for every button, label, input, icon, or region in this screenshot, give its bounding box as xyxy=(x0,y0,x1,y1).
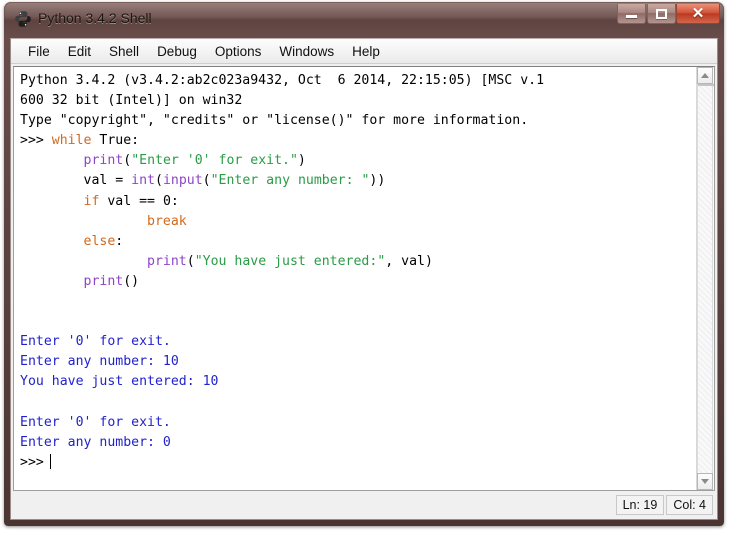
val-assign: val = xyxy=(83,173,132,189)
prompt-marker: >>> xyxy=(20,133,44,149)
code-line-if: if val == 0: xyxy=(20,192,696,212)
keyword-else: else xyxy=(83,233,116,249)
title-bar[interactable]: Python 3.4.2 Shell ✕ xyxy=(4,2,724,38)
builtin-print: print xyxy=(83,273,124,289)
code-line-while: >>> while True: xyxy=(20,131,696,151)
output-line-3: You have just entered: 10 xyxy=(20,374,219,390)
builtin-print: print xyxy=(83,153,124,169)
output-line-4 xyxy=(20,393,696,413)
menu-item-windows[interactable]: Windows xyxy=(270,42,343,61)
keyword-break: break xyxy=(147,213,187,229)
maximize-icon xyxy=(648,4,675,23)
scrollbar-thumb[interactable] xyxy=(698,84,714,86)
minimize-icon xyxy=(618,4,645,23)
string-enter-number: "Enter any number: " xyxy=(210,173,370,189)
print-args: , val) xyxy=(385,253,433,269)
keyword-while: while xyxy=(51,133,92,149)
active-prompt-line[interactable]: >>> xyxy=(20,453,696,473)
prompt-marker: >>> xyxy=(20,454,44,470)
menu-item-debug[interactable]: Debug xyxy=(148,42,206,61)
paren-open-2: ( xyxy=(202,173,211,189)
application-window: Python 3.4.2 Shell ✕ File Edit Shell Deb… xyxy=(4,2,724,526)
shell-output[interactable]: Python 3.4.2 (v3.4.2:ab2c023a9432, Oct 6… xyxy=(14,67,698,490)
paren-open: ( xyxy=(186,253,195,269)
menu-item-edit[interactable]: Edit xyxy=(59,42,100,61)
banner-line-3: Type "copyright", "credits" or "license(… xyxy=(20,113,529,129)
output-line-6: Enter any number: 0 xyxy=(20,434,171,450)
status-line-number: Ln: 19 xyxy=(615,495,665,515)
paren-close: ) xyxy=(297,153,306,169)
builtin-input: input xyxy=(162,173,203,189)
code-line-print-entered: print("You have just entered:", val) xyxy=(20,252,696,272)
code-line-else: else: xyxy=(20,232,696,252)
else-colon: : xyxy=(115,233,124,249)
string-enter-zero: "Enter '0' for exit." xyxy=(131,153,298,169)
scroll-down-arrow-icon xyxy=(701,479,709,484)
output-line-1: Enter '0' for exit. xyxy=(20,334,171,350)
empty-parens: () xyxy=(123,273,140,289)
close-button[interactable]: ✕ xyxy=(676,4,720,24)
scroll-up-button[interactable] xyxy=(697,67,713,84)
code-line-print-blank: print() xyxy=(20,272,696,292)
maximize-button[interactable] xyxy=(647,4,676,24)
menu-item-shell[interactable]: Shell xyxy=(100,42,148,61)
banner-line-2: 600 32 bit (Intel)] on win32 xyxy=(20,93,243,109)
paren-open: ( xyxy=(155,173,163,189)
menu-bar: File Edit Shell Debug Options Windows He… xyxy=(11,39,717,64)
paren-open: ( xyxy=(123,153,132,169)
keyword-if: if xyxy=(83,193,100,209)
text-cursor xyxy=(49,453,51,469)
if-condition: val == 0: xyxy=(99,193,179,209)
python-logo-icon xyxy=(14,10,32,28)
shell-text-area[interactable]: Python 3.4.2 (v3.4.2:ab2c023a9432, Oct 6… xyxy=(13,66,715,491)
menu-item-options[interactable]: Options xyxy=(206,42,271,61)
scrollbar-track[interactable] xyxy=(697,84,714,473)
client-area: File Edit Shell Debug Options Windows He… xyxy=(10,38,718,520)
code-line-print-exit: print("Enter '0' for exit.") xyxy=(20,151,696,171)
code-line-val-input: val = int(input("Enter any number: ")) xyxy=(20,171,696,191)
paren-close: )) xyxy=(369,173,386,189)
minimize-button[interactable] xyxy=(617,4,646,24)
scroll-down-button[interactable] xyxy=(697,473,713,490)
builtin-int: int xyxy=(131,173,155,189)
status-column-number: Col: 4 xyxy=(666,495,713,515)
output-line-2: Enter any number: 10 xyxy=(20,354,179,370)
string-you-entered: "You have just entered:" xyxy=(194,253,386,269)
menu-item-file[interactable]: File xyxy=(19,42,59,61)
scroll-up-arrow-icon xyxy=(701,73,709,78)
output-line-5: Enter '0' for exit. xyxy=(20,414,171,430)
close-glyph: ✕ xyxy=(691,5,705,22)
banner-line-1: Python 3.4.2 (v3.4.2:ab2c023a9432, Oct 6… xyxy=(20,73,545,88)
status-bar: Ln: 19 Col: 4 xyxy=(13,493,715,517)
menu-item-help[interactable]: Help xyxy=(343,42,389,61)
code-line-break: break xyxy=(20,212,696,232)
builtin-print: print xyxy=(147,253,187,269)
vertical-scrollbar[interactable] xyxy=(696,67,714,490)
while-condition: True: xyxy=(91,133,140,149)
close-icon: ✕ xyxy=(677,4,719,23)
window-title: Python 3.4.2 Shell xyxy=(38,10,152,26)
